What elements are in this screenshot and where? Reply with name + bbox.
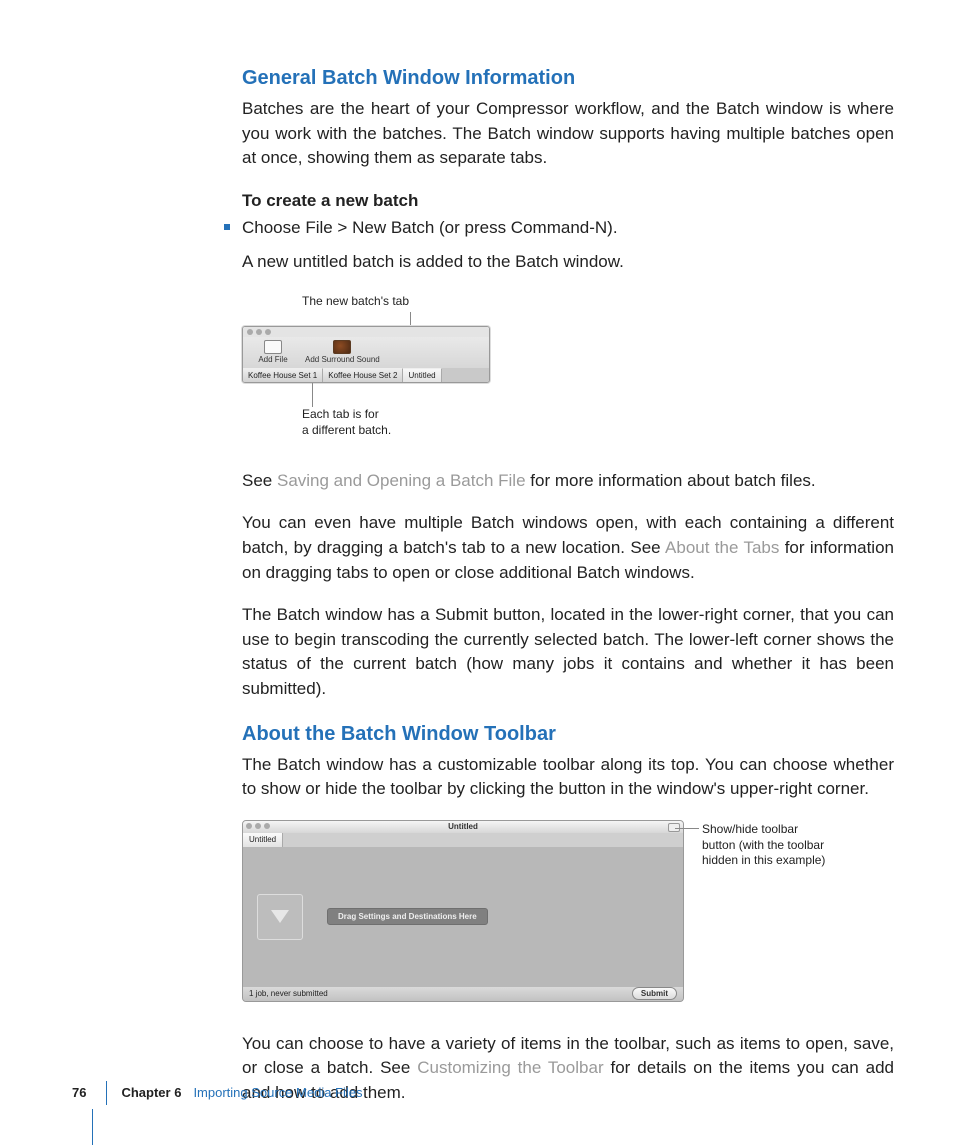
- link-customizing-toolbar[interactable]: Customizing the Toolbar: [417, 1058, 603, 1077]
- toolbar-item-label: Add Surround Sound: [305, 354, 380, 366]
- toolbar-item-label: Add File: [258, 354, 287, 366]
- toolbar-item-surround: Add Surround Sound: [305, 340, 380, 366]
- minimize-icon: [256, 329, 262, 335]
- heading-toolbar: About the Batch Window Toolbar: [242, 720, 894, 749]
- tab: Koffee House Set 1: [243, 368, 323, 383]
- status-text: 1 job, never submitted: [249, 988, 328, 1000]
- title-bar: Untitled: [243, 821, 683, 833]
- paragraph: The Batch window has a Submit button, lo…: [242, 603, 894, 702]
- footer-rule: [92, 1109, 93, 1145]
- callout-line: [410, 312, 411, 326]
- bullet-icon: [224, 224, 230, 230]
- callout-text: a different batch.: [302, 423, 391, 437]
- batch-window-screenshot-2: Untitled Untitled Drag Settings and Dest…: [242, 820, 684, 1002]
- footer-rule: [106, 1081, 107, 1105]
- surround-icon: [333, 340, 351, 354]
- tab-untitled: Untitled: [403, 368, 441, 383]
- callout-text: Each tab is for: [302, 407, 379, 421]
- callout-text: button (with the toolbar: [702, 838, 824, 852]
- callout-line: [675, 828, 699, 829]
- paragraph: Batches are the heart of your Compressor…: [242, 97, 894, 171]
- callout-text: Show/hide toolbar: [702, 822, 798, 836]
- page-number: 76: [72, 1084, 86, 1103]
- download-icon: [271, 910, 289, 923]
- bullet-text: Choose File > New Batch (or press Comman…: [242, 218, 618, 237]
- tabs-row: Koffee House Set 1 Koffee House Set 2 Un…: [243, 368, 489, 383]
- close-icon: [246, 823, 252, 829]
- paragraph: The Batch window has a customizable tool…: [242, 753, 894, 802]
- paragraph: See Saving and Opening a Batch File for …: [242, 469, 894, 494]
- sub-heading: To create a new batch: [242, 189, 894, 214]
- status-bar: 1 job, never submitted Submit: [243, 987, 683, 1001]
- text: See: [242, 471, 277, 490]
- callout: Each tab is for a different batch.: [302, 407, 894, 438]
- toolbar: Add File Add Surround Sound: [243, 337, 489, 368]
- close-icon: [247, 329, 253, 335]
- tabs-row: Untitled: [243, 833, 683, 847]
- figure-batch-tabs: The new batch's tab Add File Add Surroun…: [242, 293, 894, 439]
- zoom-icon: [264, 823, 270, 829]
- paragraph: A new untitled batch is added to the Bat…: [242, 250, 894, 275]
- batch-window-screenshot: Add File Add Surround Sound Koffee House…: [242, 326, 490, 383]
- tab: Koffee House Set 2: [323, 368, 403, 383]
- link-saving-opening[interactable]: Saving and Opening a Batch File: [277, 471, 526, 490]
- callout: The new batch's tab: [302, 293, 894, 310]
- heading-general: General Batch Window Information: [242, 64, 894, 93]
- title-bar: [243, 327, 489, 337]
- zoom-icon: [265, 329, 271, 335]
- footer: 76 Chapter 6 Importing Source Media File…: [72, 1081, 363, 1105]
- submit-button: Submit: [632, 987, 677, 1001]
- figure-batch-window-toolbar: Untitled Untitled Drag Settings and Dest…: [242, 820, 894, 1002]
- window-title: Untitled: [448, 822, 478, 831]
- toolbar-item-add-file: Add File: [249, 340, 297, 366]
- drop-target: [257, 894, 303, 940]
- minimize-icon: [255, 823, 261, 829]
- link-about-tabs[interactable]: About the Tabs: [665, 538, 779, 557]
- chapter-label: Chapter 6: [121, 1084, 181, 1103]
- file-icon: [264, 340, 282, 354]
- tab: Untitled: [243, 833, 283, 847]
- batch-body: Drag Settings and Destinations Here: [243, 847, 683, 987]
- callout-text: hidden in this example): [702, 853, 825, 867]
- callout-line: [312, 383, 313, 407]
- drag-hint: Drag Settings and Destinations Here: [327, 908, 488, 926]
- text: for more information about batch files.: [526, 471, 816, 490]
- callout: Show/hide toolbar button (with the toolb…: [702, 822, 882, 869]
- paragraph: You can even have multiple Batch windows…: [242, 511, 894, 585]
- chapter-title: Importing Source Media Files: [193, 1084, 362, 1103]
